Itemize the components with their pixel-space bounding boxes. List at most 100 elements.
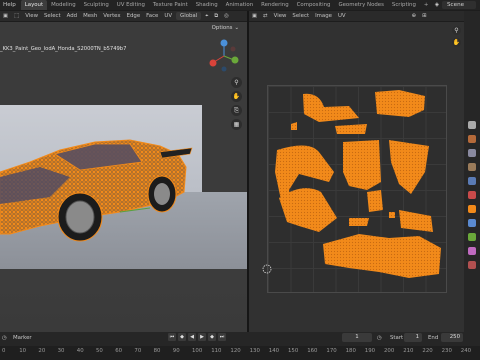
tab-modeling[interactable]: Modeling <box>47 0 80 10</box>
pan-icon[interactable]: ✋ <box>231 91 242 102</box>
tab-texture-paint[interactable]: Texture Paint <box>149 0 192 10</box>
new-image-icon[interactable]: ⊞ <box>419 11 430 21</box>
view-layer-icon[interactable] <box>468 163 476 171</box>
car-mesh[interactable] <box>0 122 200 252</box>
snap-icon[interactable]: ⧉ <box>211 11 221 21</box>
tab-scripting[interactable]: Scripting <box>388 0 420 10</box>
frame-tick: 100 <box>192 348 203 354</box>
frame-tick: 150 <box>288 348 299 354</box>
frame-tick: 160 <box>307 348 318 354</box>
frame-tick: 180 <box>345 348 356 354</box>
uv-menu-uv[interactable]: UV <box>335 11 349 21</box>
add-workspace-button[interactable]: + <box>420 0 433 10</box>
mode-icon[interactable]: ⬚ <box>11 11 22 21</box>
uv-islands[interactable] <box>249 22 464 332</box>
uv-menu-select[interactable]: Select <box>289 11 312 21</box>
main-menu: Help <box>0 0 19 10</box>
menu-mesh[interactable]: Mesh <box>80 11 100 21</box>
jump-end-icon[interactable]: ⏭ <box>218 333 226 341</box>
output-properties-icon[interactable] <box>468 149 476 157</box>
frame-tick: 20 <box>38 348 46 354</box>
tab-uv-editing[interactable]: UV Editing <box>113 0 149 10</box>
start-frame-field[interactable]: 1 <box>404 333 422 342</box>
play-reverse-icon[interactable]: ◀ <box>188 333 196 341</box>
tab-layout[interactable]: Layout <box>20 0 48 10</box>
grid-icon[interactable]: ▦ <box>231 119 242 130</box>
menu-add[interactable]: Add <box>64 11 80 21</box>
editor-type-icon[interactable]: ▣ <box>0 11 11 21</box>
world-properties-icon[interactable] <box>468 191 476 199</box>
top-bar: Help Layout Modeling Sculpting UV Editin… <box>0 0 480 10</box>
menu-vertex[interactable]: Vertex <box>100 11 123 21</box>
scene-icon: ◈ <box>434 2 439 8</box>
frame-tick: 40 <box>76 348 84 354</box>
tab-animation[interactable]: Animation <box>222 0 257 10</box>
options-dropdown[interactable]: Options ⌄ <box>200 22 247 34</box>
start-label: Start <box>390 335 404 341</box>
tab-rendering[interactable]: Rendering <box>257 0 293 10</box>
pin-icon[interactable]: ⊕ <box>409 11 420 21</box>
uv-menu-view[interactable]: View <box>271 11 290 21</box>
uv-sync-icon[interactable]: ⇄ <box>260 11 271 21</box>
tool-properties-icon[interactable] <box>468 121 476 129</box>
end-frame-field[interactable]: 250 <box>441 333 463 342</box>
material-properties-icon[interactable] <box>468 247 476 255</box>
frame-tick: 110 <box>211 348 222 354</box>
menu-view[interactable]: View <box>22 11 41 21</box>
texture-properties-icon[interactable] <box>468 261 476 269</box>
camera-icon[interactable]: ⎘ <box>231 105 242 116</box>
object-properties-icon[interactable] <box>468 205 476 213</box>
scene-name: Scene <box>442 1 476 9</box>
uv-pan-icon[interactable]: ✋ <box>452 38 461 47</box>
tab-compositing[interactable]: Compositing <box>293 0 335 10</box>
3d-viewport[interactable]: Options ⌄ _KK3_Paint_Geo_lodA_Honda_S2000… <box>0 22 247 332</box>
menu-select[interactable]: Select <box>41 11 64 21</box>
next-key-icon[interactable]: ◆ <box>208 333 216 341</box>
tab-geometry-nodes[interactable]: Geometry Nodes <box>334 0 387 10</box>
timeline-menu-marker[interactable]: Marker <box>13 335 32 341</box>
data-properties-icon[interactable] <box>468 233 476 241</box>
uv-zoom-icon[interactable]: ⚲ <box>452 26 461 35</box>
frame-tick: 190 <box>364 348 376 354</box>
viewport-header: ▣ ⬚ View Select Add Mesh Vertex Edge Fac… <box>0 11 247 21</box>
uv-menu-image[interactable]: Image <box>312 11 335 21</box>
frame-tick: 120 <box>230 348 241 354</box>
clock-icon[interactable]: ◷ <box>377 335 382 341</box>
frame-tick: 50 <box>96 348 103 354</box>
jump-start-icon[interactable]: ⏮ <box>168 333 176 341</box>
play-icon[interactable]: ▶ <box>198 333 206 341</box>
frame-tick: 70 <box>134 348 142 354</box>
timeline: ◷ Marker ⏮ ◆ ◀ ▶ ◆ ⏭ 1 ◷ Start 1 End 250… <box>0 332 480 360</box>
scene-properties-icon[interactable] <box>468 177 476 185</box>
uv-editor-type-icon[interactable]: ▣ <box>249 11 260 21</box>
scene-selector[interactable]: ◈ Scene <box>435 1 476 9</box>
tab-shading[interactable]: Shading <box>192 0 222 10</box>
menu-uv[interactable]: UV <box>161 11 175 21</box>
zoom-icon[interactable]: ⚲ <box>231 77 242 88</box>
pivot-icon[interactable]: ⌖ <box>202 11 211 21</box>
frame-ruler[interactable]: 0 10 20 30 40 50 60 70 80 90 100 110 120 130 140 150 160… <box>0 346 480 360</box>
frame-tick: 200 <box>384 348 395 354</box>
proportional-icon[interactable]: ◎ <box>221 11 232 21</box>
tab-sculpting[interactable]: Sculpting <box>80 0 113 10</box>
navigation-gizmo[interactable] <box>206 38 242 74</box>
frame-tick: 140 <box>268 348 280 354</box>
render-properties-icon[interactable] <box>468 135 476 143</box>
transform-orientation-dropdown[interactable]: Global <box>176 12 202 20</box>
frame-tick: 170 <box>326 348 337 354</box>
frame-tick: 220 <box>422 348 433 354</box>
frame-tick: 210 <box>403 348 414 354</box>
frame-tick: 90 <box>172 348 180 354</box>
workspace-tabs: Layout Modeling Sculpting UV Editing Tex… <box>20 0 433 10</box>
uv-editor[interactable]: ⚲ ✋ <box>249 22 464 332</box>
current-frame-field[interactable]: 1 <box>342 333 372 342</box>
frame-tick: 60 <box>115 348 123 354</box>
menu-edge[interactable]: Edge <box>124 11 144 21</box>
menu-help[interactable]: Help <box>0 0 19 10</box>
menu-face[interactable]: Face <box>143 11 161 21</box>
timeline-header: ◷ Marker ⏮ ◆ ◀ ▶ ◆ ⏭ 1 ◷ Start 1 End 250 <box>0 332 480 344</box>
prev-key-icon[interactable]: ◆ <box>178 333 186 341</box>
timeline-editor-icon[interactable]: ◷ <box>2 335 7 341</box>
uv-nav-buttons: ⚲ ✋ <box>452 26 462 47</box>
modifier-properties-icon[interactable] <box>468 219 476 227</box>
